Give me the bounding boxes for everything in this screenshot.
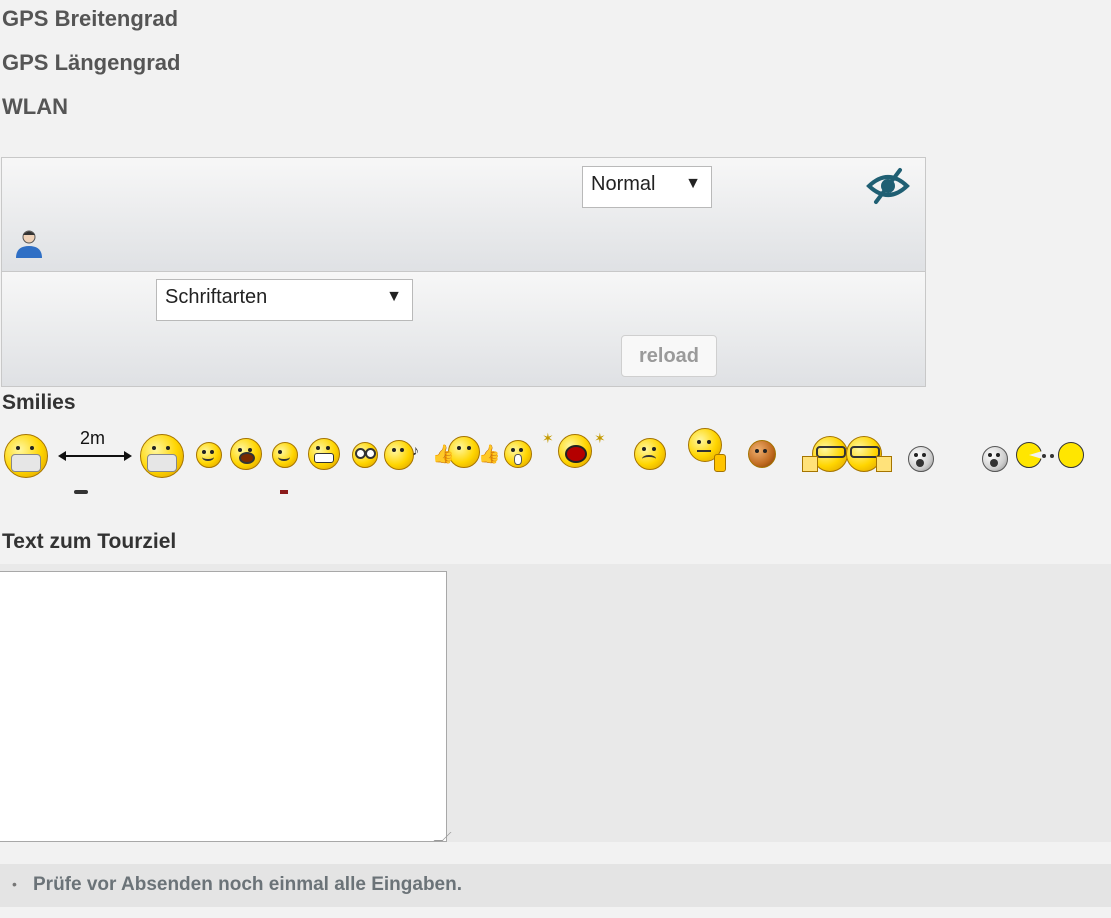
- smiley-partial-icon[interactable]: [74, 490, 88, 494]
- smiley-mask-icon[interactable]: [140, 434, 184, 478]
- chevron-down-icon: ▼: [685, 175, 701, 192]
- tour-text-heading: Text zum Tourziel: [2, 530, 177, 553]
- smiley-scared-icon[interactable]: [504, 438, 534, 470]
- distance-arrow-icon[interactable]: 2m: [56, 426, 134, 466]
- smiley-bar: 2m ♪ 👍 👍 ✶ ✶: [0, 426, 1111, 496]
- smiley-pacman-icon[interactable]: [1016, 440, 1086, 470]
- wlan-label: WLAN: [2, 94, 68, 119]
- smilies-heading: Smilies: [2, 391, 76, 414]
- smiley-gray-surprised-icon[interactable]: [908, 446, 934, 472]
- smiley-partial-icon[interactable]: [280, 490, 288, 494]
- smiley-frown-icon[interactable]: [634, 438, 666, 470]
- chevron-down-icon: ▼: [386, 288, 402, 305]
- editor-toolbar-bottom: Schriftarten ▼ reload: [1, 271, 926, 387]
- user-icon[interactable]: [12, 228, 46, 260]
- smiley-grin-icon[interactable]: [308, 438, 340, 470]
- font-size-select-value: Normal: [591, 173, 656, 195]
- font-family-select-value: Schriftarten: [165, 286, 268, 308]
- smiley-sad-brown-icon[interactable]: [748, 440, 780, 470]
- eye-slash-icon[interactable]: [866, 166, 910, 206]
- smiley-glasses-icon[interactable]: [352, 442, 378, 468]
- reload-button[interactable]: reload: [621, 335, 717, 377]
- smiley-angry-icon[interactable]: [230, 432, 264, 470]
- smiley-shouting-icon[interactable]: ✶ ✶: [540, 428, 610, 468]
- smiley-whistle-icon[interactable]: ♪: [384, 438, 420, 470]
- smiley-gray-surprised-icon[interactable]: [982, 446, 1008, 472]
- smiley-mask-icon[interactable]: [4, 434, 48, 478]
- smiley-smile-icon[interactable]: [196, 442, 222, 468]
- font-family-select[interactable]: Schriftarten ▼: [156, 279, 413, 321]
- gps-longitude-label: GPS Längengrad: [2, 50, 181, 75]
- smiley-cheers-icon[interactable]: [802, 428, 902, 474]
- distance-label: 2m: [80, 428, 105, 448]
- notice-text: Prüfe vor Absenden noch einmal alle Eing…: [33, 874, 463, 895]
- font-size-select[interactable]: Normal ▼: [582, 166, 712, 208]
- bullet-icon: •: [12, 876, 17, 892]
- smiley-middle-finger-icon[interactable]: [688, 428, 732, 474]
- gps-latitude-label: GPS Breitengrad: [2, 6, 179, 31]
- smiley-thumbs-up-icon[interactable]: 👍 👍: [430, 434, 500, 470]
- validation-notice: • Prüfe vor Absenden noch einmal alle Ei…: [0, 864, 1111, 907]
- smiley-wink-icon[interactable]: [272, 442, 298, 468]
- editor-toolbar-top: Normal ▼: [1, 157, 926, 273]
- tour-text-input[interactable]: [0, 571, 447, 842]
